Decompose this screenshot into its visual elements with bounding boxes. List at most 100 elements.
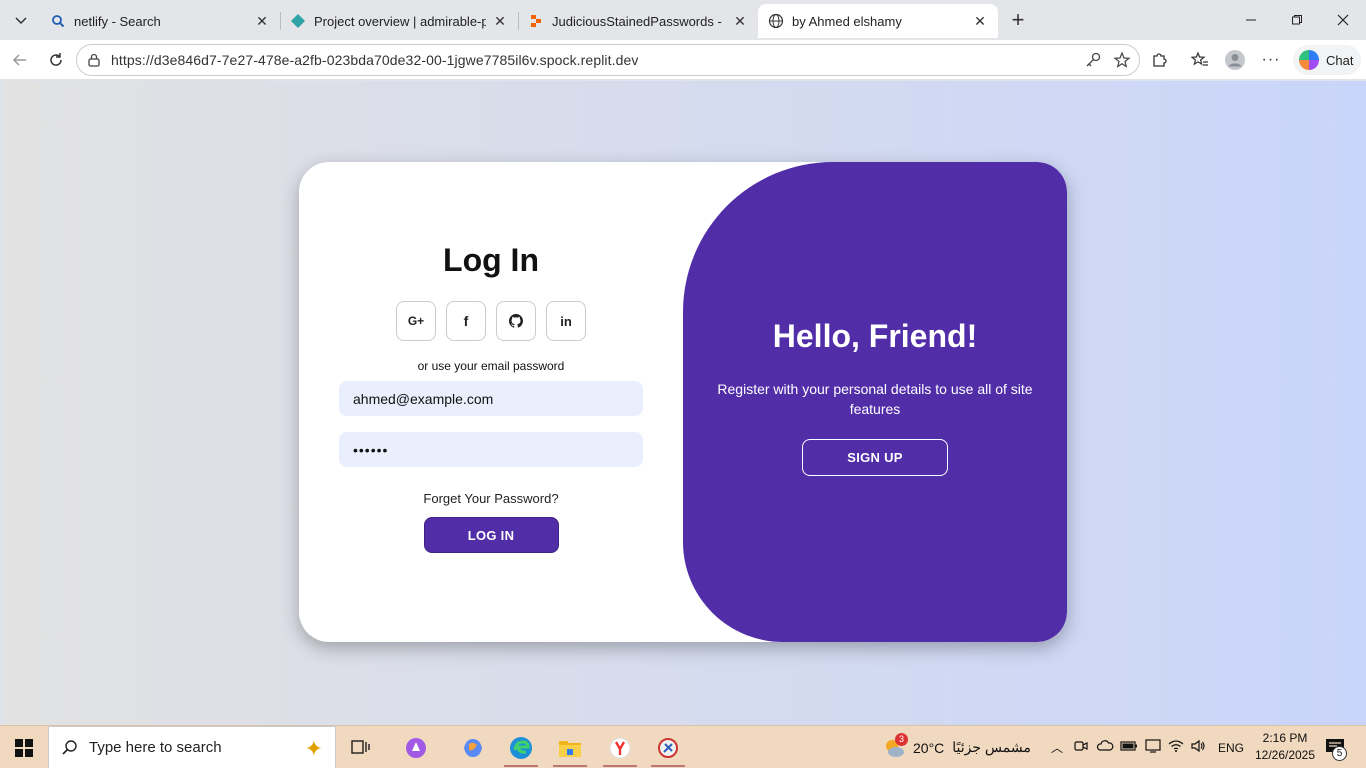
clock[interactable]: 2:16 PM 12/26/2025 — [1250, 730, 1320, 764]
copilot-chat-button[interactable]: Chat — [1293, 45, 1361, 75]
volume-icon[interactable] — [1190, 739, 1206, 756]
page-viewport: Log In G+ f in or use your email passwor… — [3, 81, 1366, 725]
close-icon[interactable]: ✕ — [972, 13, 988, 29]
close-window-button[interactable] — [1320, 0, 1366, 40]
tab-project-overview[interactable]: Project overview | admirable-pasca ✕ — [280, 4, 518, 38]
avatar-icon — [1225, 50, 1245, 70]
facebook-icon: f — [463, 313, 469, 329]
language-indicator[interactable]: ENG — [1218, 741, 1244, 755]
edge-icon — [510, 736, 532, 759]
weather-temp: 20°C — [913, 739, 945, 756]
chat-label: Chat — [1326, 52, 1354, 68]
start-button[interactable] — [0, 726, 48, 768]
browser-toolbar: https://d3e846d7-7e27-478e-a2fb-023bda70… — [0, 40, 1366, 80]
forgot-password-link[interactable]: Forget Your Password? — [423, 491, 558, 506]
tab-actions-menu-button[interactable] — [6, 6, 36, 34]
tab-bar: netlify - Search ✕ Project overview | ad… — [0, 0, 1366, 40]
star-icon[interactable] — [1109, 45, 1135, 75]
tab-ahmed-elshamy[interactable]: by Ahmed elshamy ✕ — [758, 4, 998, 38]
search-icon — [62, 739, 77, 755]
chevron-up-icon[interactable]: ︿ — [1048, 739, 1066, 756]
login-title: Log In — [443, 242, 539, 278]
clock-time: 2:16 PM — [1262, 731, 1308, 745]
favorites-button[interactable] — [1186, 46, 1214, 74]
google-login-button[interactable]: G+ — [396, 301, 436, 341]
copilot-icon — [464, 738, 482, 757]
app-icon — [406, 737, 426, 758]
taskbar-app-tools[interactable] — [645, 726, 691, 768]
tools-icon — [658, 737, 678, 758]
profile-button[interactable] — [1221, 46, 1249, 74]
task-view-icon — [351, 739, 370, 754]
settings-menu-button[interactable]: ··· — [1257, 46, 1285, 74]
toggle-description: Register with your personal details to u… — [717, 381, 1033, 417]
address-bar[interactable]: https://d3e846d7-7e27-478e-a2fb-023bda70… — [76, 44, 1140, 76]
close-icon[interactable]: ✕ — [732, 13, 748, 29]
plus-icon: + — [1011, 7, 1025, 32]
taskbar-app-purple[interactable] — [393, 726, 439, 768]
system-tray: ︿ ENG — [1048, 726, 1244, 768]
meet-now-icon[interactable] — [1074, 739, 1088, 756]
signup-button[interactable]: SIGN UP — [802, 439, 948, 476]
signup-toggle-panel: Hello, Friend! Register with your person… — [683, 162, 1067, 642]
email-hint-text: or use your email password — [417, 359, 565, 373]
notification-count: 5 — [1332, 746, 1347, 761]
sparkle-icon: ✦ — [304, 736, 323, 761]
extensions-button[interactable] — [1145, 46, 1173, 74]
key-icon[interactable] — [1080, 45, 1106, 75]
taskbar-edge[interactable] — [498, 726, 544, 768]
site-info-icon[interactable] — [87, 53, 101, 67]
windows-taskbar: Type here to search ✦ 3 20°C مشمس جزئيًا… — [0, 725, 1366, 768]
tab-netlify-search[interactable]: netlify - Search ✕ — [40, 4, 280, 38]
auth-card: Log In G+ f in or use your email passwor… — [299, 162, 1067, 642]
close-icon[interactable]: ✕ — [254, 13, 270, 29]
facebook-login-button[interactable]: f — [446, 301, 486, 341]
tab-replit[interactable]: JudiciousStainedPasswords - Replit ✕ — [518, 4, 758, 38]
wifi-icon[interactable] — [1168, 739, 1184, 756]
tab-title: Project overview | admirable-pasca — [314, 13, 486, 29]
search-icon — [50, 13, 66, 29]
linkedin-login-button[interactable]: in — [546, 301, 586, 341]
battery-icon[interactable] — [1120, 739, 1138, 756]
more-icon: ··· — [1261, 51, 1281, 68]
password-input[interactable]: •••••• — [339, 432, 643, 467]
close-icon — [1337, 14, 1349, 26]
new-tab-button[interactable]: + — [1004, 6, 1032, 34]
login-button[interactable]: LOG IN — [423, 517, 559, 553]
onedrive-icon[interactable] — [1096, 739, 1114, 756]
display-icon[interactable] — [1144, 738, 1162, 757]
url-text: https://d3e846d7-7e27-478e-a2fb-023bda70… — [111, 52, 639, 68]
close-icon[interactable]: ✕ — [492, 13, 508, 29]
arrow-left-icon — [12, 54, 26, 66]
copilot-icon — [1299, 50, 1319, 70]
back-button[interactable] — [6, 46, 34, 74]
google-plus-icon: G+ — [407, 314, 425, 328]
taskbar-search[interactable]: Type here to search ✦ — [48, 726, 336, 768]
reload-icon — [50, 53, 62, 66]
restore-icon — [1292, 15, 1302, 25]
puzzle-icon — [1153, 53, 1167, 67]
chevron-down-icon — [15, 17, 27, 25]
taskbar-copilot[interactable] — [450, 726, 496, 768]
weather-text: مشمس جزئيًا — [952, 739, 1031, 755]
yandex-icon — [609, 737, 631, 758]
reload-button[interactable] — [42, 46, 70, 74]
favorites-icon — [1191, 51, 1208, 66]
github-icon — [509, 314, 523, 328]
github-login-button[interactable] — [496, 301, 536, 341]
restore-button[interactable] — [1274, 0, 1320, 40]
email-input[interactable]: ahmed@example.com — [339, 381, 643, 416]
taskbar-file-explorer[interactable] — [547, 726, 593, 768]
social-login-buttons: G+ f in — [396, 301, 586, 341]
replit-icon — [528, 13, 544, 29]
tab-title: JudiciousStainedPasswords - Replit — [552, 13, 726, 29]
weather-widget[interactable]: 3 20°C مشمس جزئيًا — [882, 726, 1031, 768]
task-view-button[interactable] — [338, 726, 384, 768]
folder-icon — [559, 740, 581, 757]
taskbar-yandex[interactable] — [597, 726, 643, 768]
globe-icon — [768, 13, 784, 29]
linkedin-icon: in — [560, 313, 572, 329]
netlify-icon — [290, 13, 306, 29]
minimize-button[interactable] — [1228, 0, 1274, 40]
minimize-icon — [1246, 19, 1256, 21]
